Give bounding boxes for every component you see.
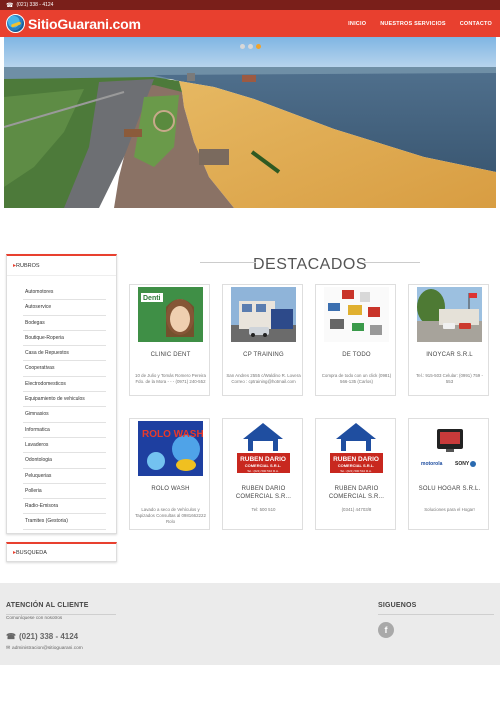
rubros-list: Automotores Autoservice Bodegas Boutique… xyxy=(7,275,116,534)
destacados-title: DESTACADOS xyxy=(200,256,420,274)
clinic-dent-logo: Denti xyxy=(138,287,203,342)
card-name[interactable]: ROLO WASH xyxy=(132,485,209,493)
facebook-icon[interactable]: f xyxy=(378,622,394,638)
footer-email-address: administracion@sitioguarani.com xyxy=(12,646,83,651)
card-desc: San Andres 2555 c/Waldino R. Lovera Corr… xyxy=(226,373,301,384)
rubro-item[interactable]: Informatica xyxy=(23,423,106,438)
carousel-dot-1[interactable] xyxy=(240,44,245,49)
card-name[interactable]: INOYCAR S.R.L xyxy=(411,351,488,359)
rubro-item[interactable]: Autoservice xyxy=(23,300,106,316)
top-phone-number: (021) 338 - 4124 xyxy=(16,2,54,8)
atencion-title: ATENCIÓN AL CLIENTE xyxy=(6,602,89,609)
rubros-header[interactable]: RUBROS xyxy=(7,256,116,275)
rolo-wash-logo: ROLO WASH xyxy=(138,421,203,476)
featured-card[interactable]: ROLO WASH ROLO WASH Lavado a seco de Veh… xyxy=(129,418,210,530)
card-desc: Tel.: 915-503 Celular: (0991) 759 - 553 xyxy=(416,373,483,384)
svg-text:RUBEN DARIO: RUBEN DARIO xyxy=(240,456,286,463)
rolo-wash-logo-text: ROLO WASH xyxy=(142,429,203,440)
rubro-item[interactable]: Gimnasios xyxy=(23,407,106,423)
featured-card[interactable]: CP TRAINING San Andres 2555 c/Waldino R.… xyxy=(222,284,303,396)
rubro-item[interactable]: Peluquerias xyxy=(23,469,106,484)
siguenos-title: SIGUENOS xyxy=(378,602,417,609)
main-nav: INICIO NUESTROS SERVICIOS CONTACTO xyxy=(348,10,492,37)
nav-inicio[interactable]: INICIO xyxy=(348,21,366,27)
card-desc: (0341) 44703/8 xyxy=(341,507,372,512)
featured-card[interactable]: INOYCAR S.R.L Tel.: 915-503 Celular: (09… xyxy=(408,284,489,396)
carousel-dot-2[interactable] xyxy=(248,44,253,49)
inoycar-photo xyxy=(417,287,482,342)
rubro-item[interactable]: Polleria xyxy=(23,484,106,500)
main-navbar: SitioGuarani.com INICIO NUESTROS SERVICI… xyxy=(0,10,500,37)
card-desc: Tel: 500 510 xyxy=(251,507,276,512)
cp-training-photo xyxy=(231,287,296,342)
logo-globe-icon xyxy=(6,14,25,33)
svg-text:Tel.: (021) 500 510 R.A.: Tel.: (021) 500 510 R.A. xyxy=(247,469,279,473)
svg-text:Denti: Denti xyxy=(143,295,161,302)
card-desc: Lavado a seco de Vehículos y Tapizados C… xyxy=(135,507,206,524)
svg-text:Tel.: (021) 500 510 R.A.: Tel.: (021) 500 510 R.A. xyxy=(340,469,372,473)
rubro-item[interactable]: Casa de Repuestos xyxy=(23,346,106,362)
card-name[interactable]: CLINIC DENT xyxy=(132,351,209,359)
rubro-item[interactable]: Equipamiento de vehiculos xyxy=(23,392,106,408)
card-desc: 10 de Julio y Tomás Romero Pereira Fdo. … xyxy=(135,373,206,384)
ruben-dario-logo: RUBEN DARIO COMERCIAL S.R.L. Tel.: (021)… xyxy=(231,421,296,476)
carousel-indicators xyxy=(240,44,261,49)
rubro-item[interactable]: Cooperativas xyxy=(23,361,106,377)
logo-text: SitioGuarani.com xyxy=(28,15,141,32)
rubro-item[interactable]: Automotores xyxy=(23,285,106,301)
busqueda-header[interactable]: BUSQUEDA xyxy=(7,544,116,562)
card-name[interactable]: RUBEN DARIO COMERCIAL S.R... xyxy=(318,485,395,501)
rubro-item[interactable]: Lavaderos xyxy=(23,438,106,454)
svg-text:COMERCIAL S.R.L.: COMERCIAL S.R.L. xyxy=(245,463,282,468)
card-desc: Soluciones para el Hogar! xyxy=(424,507,475,512)
featured-card[interactable]: Denti CLINIC DENT 10 de Julio y Tomás Ro… xyxy=(129,284,210,396)
featured-card[interactable]: RUBEN DARIO COMERCIAL S.R.L. Tel.: (021)… xyxy=(222,418,303,530)
card-name[interactable]: CP TRAINING xyxy=(225,351,302,359)
card-desc: Compra de todo con un click (0981) 566-1… xyxy=(321,373,392,384)
nav-nuestros-servicios[interactable]: NUESTROS SERVICIOS xyxy=(380,21,446,27)
svg-text:motorola: motorola xyxy=(421,461,443,467)
rubro-item[interactable]: Tramites (Gestoria) xyxy=(23,514,106,530)
top-contact-bar: ☎ (021) 338 - 4124 xyxy=(0,0,500,10)
footer-phone[interactable]: ☎ (021) 338 - 4124 xyxy=(6,632,78,641)
card-name[interactable]: DE TODO xyxy=(318,351,395,359)
rubros-panel: RUBROS Automotores Autoservice Bodegas B… xyxy=(6,254,117,534)
svg-text:RUBEN DARIO: RUBEN DARIO xyxy=(333,456,379,463)
ruben-dario-logo: RUBEN DARIO COMERCIAL S.R.L. Tel.: (021)… xyxy=(324,421,389,476)
footer-phone-number: (021) 338 - 4124 xyxy=(18,632,79,641)
footer: ATENCIÓN AL CLIENTE Comuníquese con noso… xyxy=(0,583,500,665)
site-logo[interactable]: SitioGuarani.com xyxy=(6,14,141,33)
phone-icon: ☎ xyxy=(6,632,16,641)
featured-card[interactable]: motorola SONY SOLU HOGAR S.R.L. Solucion… xyxy=(408,418,489,530)
card-name[interactable]: SOLU HOGAR S.R.L. xyxy=(411,485,488,493)
busqueda-panel: BUSQUEDA xyxy=(6,542,117,562)
siguenos-divider xyxy=(378,614,494,615)
envelope-icon: ✉ xyxy=(6,646,11,651)
nav-contacto[interactable]: CONTACTO xyxy=(460,21,492,27)
rubro-item[interactable]: Boutique-Roperia xyxy=(23,331,106,347)
carousel-dot-3-active[interactable] xyxy=(256,44,261,49)
footer-email[interactable]: ✉ administracion@sitioguarani.com xyxy=(6,646,83,651)
featured-card[interactable]: DE TODO Compra de todo con un click (098… xyxy=(315,284,396,396)
solu-hogar-logo: motorola SONY xyxy=(417,421,482,476)
rubro-item[interactable]: Electrodomesticos xyxy=(23,377,106,393)
atencion-subtitle: Comuníquese con nosotros xyxy=(6,615,63,620)
card-name[interactable]: RUBEN DARIO COMERCIAL S.R... xyxy=(225,485,302,501)
coastline-photo xyxy=(4,37,496,208)
svg-text:SONY: SONY xyxy=(455,461,470,467)
rubro-item[interactable]: Bodegas xyxy=(23,316,106,331)
rubro-item[interactable]: Radio-Emisora xyxy=(23,499,106,515)
de-todo-products xyxy=(324,287,389,342)
featured-card[interactable]: RUBEN DARIO COMERCIAL S.R.L. Tel.: (021)… xyxy=(315,418,396,530)
phone-icon: ☎ xyxy=(6,2,14,9)
rubro-item[interactable]: Odontologia xyxy=(23,453,106,469)
hero-carousel[interactable] xyxy=(4,37,496,208)
svg-text:COMERCIAL S.R.L.: COMERCIAL S.R.L. xyxy=(338,463,375,468)
